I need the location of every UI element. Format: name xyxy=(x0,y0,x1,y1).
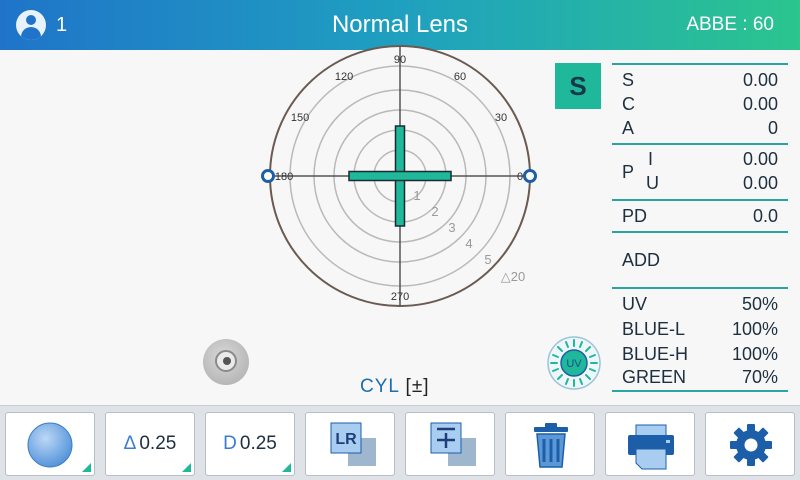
page-title: Normal Lens xyxy=(331,11,469,38)
diopter-step-value: 0.25 xyxy=(239,433,277,454)
lr-icon: LR xyxy=(330,422,376,466)
ring-label-2: 2 xyxy=(431,204,438,219)
uv-sun-icon[interactable]: UV xyxy=(546,335,602,391)
ring-label-4: 4 xyxy=(465,236,472,251)
cyl-sign: [±] xyxy=(405,376,430,397)
angle-label-120: 120 xyxy=(335,71,353,83)
add-measure-button[interactable] xyxy=(405,412,495,476)
lens-icon xyxy=(27,422,73,468)
uv-label: UV xyxy=(622,294,648,314)
divider xyxy=(612,63,788,65)
settings-button[interactable] xyxy=(705,412,795,476)
blue-l-value: 100% xyxy=(731,319,778,339)
angle-label-60: 60 xyxy=(454,71,466,83)
trash-icon xyxy=(534,423,568,468)
green-value: 70% xyxy=(741,367,778,387)
cyl-label: CYL xyxy=(360,376,400,397)
right-marker-icon xyxy=(523,169,537,183)
p-i-label: I xyxy=(648,149,654,169)
p-label: P xyxy=(622,162,635,182)
ring-label-5: 5 xyxy=(484,252,491,267)
divider xyxy=(612,287,788,289)
svg-text:LR: LR xyxy=(335,431,357,448)
lens-type-button[interactable] xyxy=(5,412,95,476)
add-label: ADD xyxy=(622,250,661,270)
lens-mode-badge[interactable]: S xyxy=(555,63,601,109)
angle-label-90: 90 xyxy=(394,54,406,66)
ring-label-3: 3 xyxy=(448,220,455,235)
left-marker-icon xyxy=(261,169,275,183)
p-u-label: U xyxy=(646,173,659,193)
add-plus-icon xyxy=(430,422,476,466)
a-value: 0 xyxy=(767,118,778,138)
angle-label-0: 0 xyxy=(517,171,523,183)
delete-button[interactable] xyxy=(505,412,595,476)
prism-step-button[interactable]: Δ 0.25 xyxy=(105,412,195,476)
p-u-value: 0.00 xyxy=(742,173,778,193)
prism-step-value: 0.25 xyxy=(139,433,177,454)
blue-h-label: BLUE-H xyxy=(622,344,689,364)
uv-icon-label: UV xyxy=(566,358,582,370)
pd-value: 0.0 xyxy=(752,206,778,226)
cyl-indicator[interactable]: CYL [±] xyxy=(360,376,430,398)
a-label: A xyxy=(622,118,635,138)
s-label: S xyxy=(622,70,635,90)
ring-label-20: △20 xyxy=(501,269,525,284)
divider xyxy=(612,390,788,392)
p-i-value: 0.00 xyxy=(742,149,778,169)
print-button[interactable] xyxy=(605,412,695,476)
lr-mode-button[interactable]: LR xyxy=(305,412,395,476)
angle-label-30: 30 xyxy=(495,112,507,124)
angle-label-270: 270 xyxy=(391,291,409,303)
s-value: 0.00 xyxy=(742,70,778,90)
pd-label: PD xyxy=(622,206,648,226)
abbe-value[interactable]: ABBE : 60 xyxy=(686,14,774,36)
angle-label-180: 180 xyxy=(275,171,293,183)
green-label: GREEN xyxy=(622,367,687,387)
prism-step-prefix: Δ xyxy=(123,433,137,454)
uv-value: 50% xyxy=(741,294,778,314)
divider xyxy=(612,143,788,145)
eyepiece-target-icon[interactable] xyxy=(203,339,249,385)
blue-h-value: 100% xyxy=(731,344,778,364)
diopter-step-button[interactable]: D 0.25 xyxy=(205,412,295,476)
divider xyxy=(612,199,788,201)
divider xyxy=(612,231,788,233)
c-label: C xyxy=(622,94,635,114)
ring-label-1: 1 xyxy=(413,188,420,203)
bottom-toolbar: Δ 0.25 D 0.25 LR xyxy=(0,405,800,480)
c-value: 0.00 xyxy=(742,94,778,114)
angle-label-150: 150 xyxy=(291,112,309,124)
printer-icon xyxy=(628,424,674,470)
diopter-step-prefix: D xyxy=(223,433,237,454)
blue-l-label: BLUE-L xyxy=(622,319,686,339)
lens-alignment-dial: 90 60 30 0 180 150 120 270 1 2 3 4 5 △20 xyxy=(261,45,537,307)
gear-icon xyxy=(730,424,772,466)
